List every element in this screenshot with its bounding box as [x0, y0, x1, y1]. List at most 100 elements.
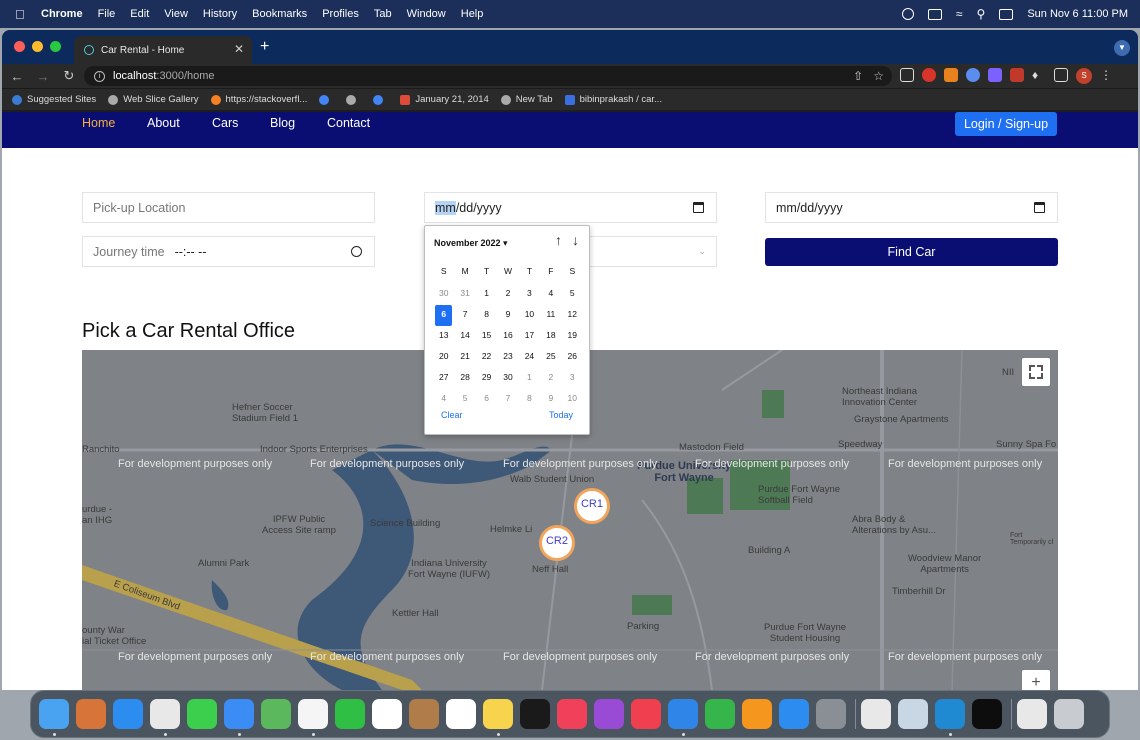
calendar-day[interactable]: 2 — [497, 284, 518, 305]
dropoff-date-input[interactable]: mm/dd/yyyy — [765, 192, 1058, 223]
map-marker-cr2[interactable]: CR2 — [539, 525, 575, 561]
calendar-day[interactable]: 20 — [433, 347, 454, 368]
calendar-day[interactable]: 5 — [562, 284, 583, 305]
close-tab-icon[interactable]: ✕ — [234, 42, 244, 56]
metamask-icon[interactable] — [944, 68, 958, 82]
pickup-location-input[interactable]: Pick-up Location — [82, 192, 375, 223]
calendar-day[interactable]: 15 — [476, 326, 497, 347]
maps-icon[interactable] — [261, 699, 291, 729]
calendar-day[interactable]: 16 — [497, 326, 518, 347]
reading-mode-icon[interactable] — [900, 68, 914, 82]
intellij-icon[interactable] — [972, 699, 1002, 729]
airdrop-icon[interactable] — [901, 8, 914, 20]
login-signup-button[interactable]: Login / Sign-up — [955, 112, 1057, 136]
calendar-day[interactable]: 3 — [519, 284, 540, 305]
spotlight-search-icon[interactable]: ⚲ — [977, 7, 986, 21]
apple-tv-icon[interactable] — [520, 699, 550, 729]
find-car-button[interactable]: Find Car — [765, 238, 1058, 266]
menu-history[interactable]: History — [203, 8, 237, 20]
share-icon[interactable]: ⇧ — [853, 69, 863, 83]
safari-icon[interactable] — [113, 699, 143, 729]
side-panel-icon[interactable] — [1054, 68, 1068, 82]
calendar-day[interactable]: 8 — [519, 389, 540, 410]
calendar-day[interactable]: 7 — [497, 389, 518, 410]
clear-date-button[interactable]: Clear — [441, 410, 463, 420]
calendar-day[interactable]: 31 — [454, 284, 475, 305]
profile-avatar[interactable]: S — [1076, 68, 1092, 84]
news-icon[interactable] — [631, 699, 661, 729]
today-button[interactable]: Today — [549, 410, 573, 420]
nav-home[interactable]: Home — [82, 116, 115, 130]
bookmark-new-tab[interactable]: New Tab — [500, 94, 553, 105]
calendar-day[interactable]: 3 — [562, 368, 583, 389]
calendar-day[interactable]: 13 — [433, 326, 454, 347]
bookmark-google[interactable] — [319, 94, 334, 105]
address-bar[interactable]: i localhost :3000/home ⇧ ☆ — [84, 66, 892, 86]
calendar-day[interactable]: 27 — [433, 368, 454, 389]
calendar-day[interactable]: 21 — [454, 347, 475, 368]
menubar-clock[interactable]: Sun Nov 6 11:00 PM — [1027, 8, 1128, 20]
month-year-select[interactable]: November 2022 ▾ — [434, 238, 508, 249]
messages-icon[interactable] — [187, 699, 217, 729]
zoom-window-icon[interactable] — [50, 41, 61, 52]
extension-shield-icon[interactable] — [966, 68, 980, 82]
menu-app-name[interactable]: Chrome — [41, 8, 83, 20]
bookmark-suggested-sites[interactable]: Suggested Sites — [12, 94, 96, 105]
arrow-down-icon[interactable]: ↓ — [572, 232, 579, 248]
calendar-day[interactable]: 6 — [476, 389, 497, 410]
calendar-day[interactable]: 10 — [562, 389, 583, 410]
bookmark-globe[interactable] — [346, 94, 361, 105]
control-center-icon[interactable] — [999, 8, 1014, 20]
nav-contact[interactable]: Contact — [327, 116, 370, 130]
extension-purple-icon[interactable] — [988, 68, 1002, 82]
system-settings-icon[interactable] — [816, 699, 846, 729]
battery-icon[interactable] — [927, 8, 942, 20]
clock-icon[interactable] — [351, 246, 362, 257]
menu-bookmarks[interactable]: Bookmarks — [252, 8, 307, 20]
back-icon[interactable]: ← — [6, 69, 28, 84]
apple-icon[interactable]:  — [15, 7, 29, 22]
extension-red-icon[interactable] — [1010, 68, 1024, 82]
calendar-day[interactable]: 4 — [540, 284, 561, 305]
minimize-window-icon[interactable] — [32, 41, 43, 52]
calendar-day[interactable]: 30 — [433, 284, 454, 305]
forward-icon[interactable]: → — [32, 69, 54, 84]
menu-window[interactable]: Window — [407, 8, 446, 20]
calendar-day[interactable]: 25 — [540, 347, 561, 368]
calendar-day[interactable]: 1 — [519, 368, 540, 389]
calendar-day[interactable]: 19 — [562, 326, 583, 347]
calendar-day[interactable]: 24 — [519, 347, 540, 368]
documents-icon[interactable] — [1017, 699, 1047, 729]
calendar-day[interactable]: 18 — [540, 326, 561, 347]
calendar-day[interactable]: 1 — [476, 284, 497, 305]
calendar-day[interactable]: 7 — [454, 305, 475, 326]
journey-time-input[interactable]: Journey time --:-- -- — [82, 236, 375, 267]
numbers-icon[interactable] — [705, 699, 735, 729]
preview-icon[interactable] — [898, 699, 928, 729]
calendar-day[interactable]: 12 — [562, 305, 583, 326]
facetime-icon[interactable] — [335, 699, 365, 729]
keynote-icon[interactable] — [668, 699, 698, 729]
calendar-day[interactable]: 2 — [540, 368, 561, 389]
calendar-day[interactable]: 23 — [497, 347, 518, 368]
menu-file[interactable]: File — [98, 8, 116, 20]
calendar-day[interactable]: 30 — [497, 368, 518, 389]
finder-icon[interactable] — [39, 699, 69, 729]
arrow-up-icon[interactable]: ↑ — [555, 232, 562, 248]
calendar-day[interactable]: 10 — [519, 305, 540, 326]
bookmark-star-icon[interactable]: ☆ — [873, 69, 884, 83]
menu-tab[interactable]: Tab — [374, 8, 392, 20]
podcasts-icon[interactable] — [594, 699, 624, 729]
calendar-day[interactable]: 29 — [476, 368, 497, 389]
nav-about[interactable]: About — [147, 116, 180, 130]
reminders-icon[interactable] — [446, 699, 476, 729]
menu-view[interactable]: View — [164, 8, 188, 20]
calendar-day[interactable]: 14 — [454, 326, 475, 347]
contacts-icon[interactable] — [409, 699, 439, 729]
calendar-icon[interactable] — [372, 699, 402, 729]
bookmark-google-2[interactable] — [373, 94, 388, 105]
bookmark-github[interactable]: bibinprakash / car... — [564, 94, 662, 105]
app-store-icon[interactable] — [779, 699, 809, 729]
new-tab-icon[interactable]: + — [260, 38, 269, 56]
calendar-day[interactable]: 11 — [540, 305, 561, 326]
